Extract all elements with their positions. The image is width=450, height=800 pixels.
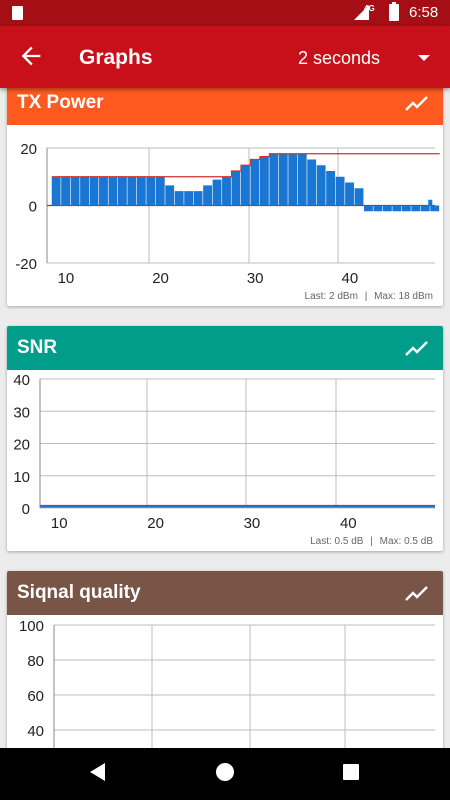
chart-stats: Last: 2 dBm | Max: 18 dBm [305,291,433,302]
last-value: Last: 0.5 dB [310,536,364,547]
y-tick-label: 100 [19,618,44,635]
data-bar [335,176,345,206]
y-tick-label: 40 [13,372,30,389]
y-tick-label: 0 [29,199,37,216]
tx-power-chart: 20 0 -20 10 20 30 40 [15,141,440,287]
data-bar [99,176,108,206]
data-bar [316,165,326,206]
x-tick-label: 40 [341,270,358,287]
nav-back-icon[interactable] [90,763,105,781]
x-tick-label: 30 [247,270,264,287]
snr-chart: 40 30 20 10 0 10 20 30 40 [13,372,435,532]
data-bar [203,185,213,206]
data-bar [430,205,440,212]
card-title: SNR [17,337,58,358]
data-bar [278,153,288,206]
card-title: Siqnal quality [17,582,141,603]
data-bar [345,182,354,206]
data-bar [259,156,269,206]
interval-dropdown[interactable]: 2 seconds [298,48,380,69]
data-bar [146,176,156,206]
y-tick-label: 20 [13,437,30,454]
y-tick-label: 30 [13,404,30,421]
signal-quality-card: Siqnal quality 10080604020 [7,571,443,761]
data-bar [326,171,336,206]
card-header: Siqnal quality [7,571,443,615]
data-bar [136,176,146,206]
data-bar [420,205,430,212]
data-bar [269,153,279,206]
nav-home-icon[interactable] [216,763,234,781]
data-bar [165,185,175,206]
sd-card-icon [12,6,23,20]
data-bar [231,171,241,206]
data-bar [382,205,392,212]
data-bar [193,191,203,206]
trending-up-icon[interactable] [405,338,429,358]
data-bar [155,176,165,206]
data-bar [117,176,127,206]
data-bar [250,159,260,206]
data-bar [70,176,80,206]
data-bar [212,179,222,206]
data-bar [222,176,231,206]
last-value: Last: 2 dBm [304,291,358,302]
snr-card: SNR 40 30 20 10 0 10 20 30 40 Last: 0.5 dB | Max… [7,326,443,551]
chart-stats: Last: 0.5 dB | Max: 0.5 dB [310,536,433,547]
x-tick-label: 20 [152,270,169,287]
data-bar [89,176,99,206]
nav-recents-icon[interactable] [343,764,359,780]
data-bar [174,191,184,206]
y-tick-label: 60 [27,688,44,705]
data-bar [288,153,298,206]
data-bar [373,205,383,212]
status-bar: 4G 6:58 [0,0,450,26]
trending-up-icon[interactable] [405,93,429,113]
battery-icon [389,2,399,21]
data-bar [297,153,307,206]
page-title: Graphs [79,46,153,69]
card-header: SNR [7,326,443,370]
stats-separator: | [364,291,368,302]
data-bar [354,188,364,206]
x-tick-label: 10 [58,270,75,287]
y-tick-label: 10 [13,469,30,486]
data-bar [61,176,71,206]
navigation-bar [0,748,450,800]
x-tick-label: 30 [244,515,261,532]
y-tick-label: 20 [20,141,37,158]
data-bar [80,176,89,206]
app-bar: Graphs 2 seconds [0,26,450,88]
data-bar [127,176,137,206]
x-tick-label: 40 [340,515,357,532]
clock: 6:58 [409,4,439,21]
x-tick-label: 20 [147,515,164,532]
data-bar [401,205,411,212]
network-type: 4G [364,4,375,13]
data-bar [108,176,118,206]
data-bar [184,191,194,206]
y-tick-label: 80 [27,653,44,670]
data-bar [241,165,250,206]
trending-up-icon[interactable] [405,583,429,603]
data-bar [307,159,317,206]
data-bar [411,205,421,212]
max-value: Max: 0.5 dB [379,536,433,547]
signal-quality-chart: 10080604020 [19,618,435,761]
tx-power-card: TX Power 20 0 -20 10 20 30 40 Last: 2 dBm | Ma… [7,81,443,306]
x-tick-label: 10 [51,515,68,532]
chevron-down-icon[interactable] [418,55,430,61]
data-bar [392,205,402,212]
data-bar [51,176,61,206]
stats-separator: | [370,536,373,547]
y-tick-label: 40 [27,723,44,740]
card-title: TX Power [17,92,104,113]
y-tick-label: -20 [15,256,37,273]
max-value: Max: 18 dBm [374,291,433,302]
data-bar [364,205,373,212]
data-bar [428,199,433,206]
y-tick-label: 0 [22,501,30,518]
back-arrow-icon[interactable] [17,42,45,70]
